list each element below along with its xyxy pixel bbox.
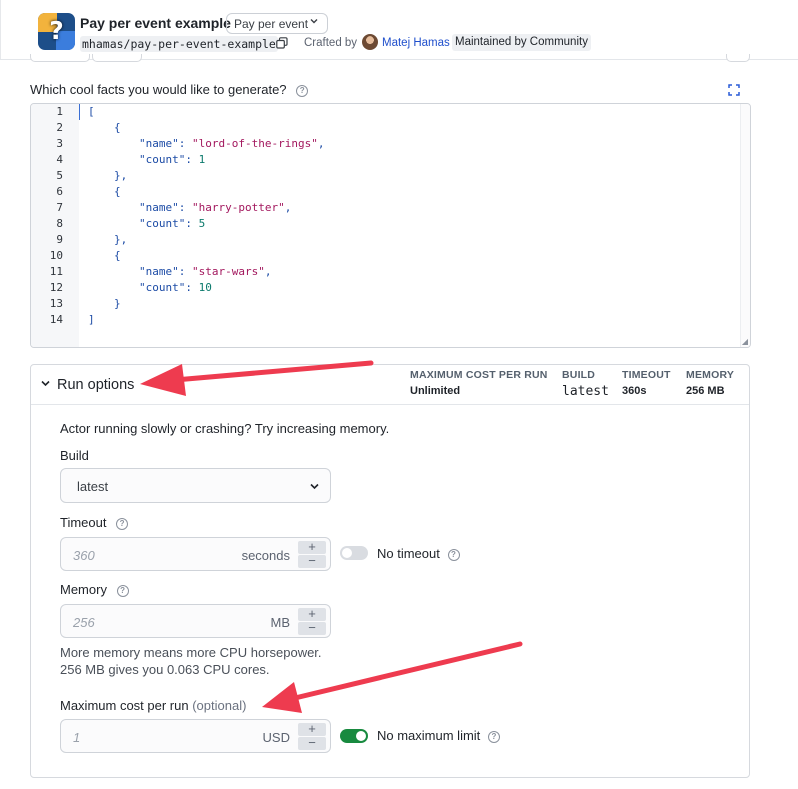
code-line: }, xyxy=(114,169,128,182)
line-number: 11 xyxy=(49,265,63,278)
chevron-down-icon[interactable] xyxy=(40,378,51,389)
actor-title: Pay per event example xyxy=(80,15,231,31)
author-link[interactable]: Matej Hamas xyxy=(382,37,450,49)
copy-icon[interactable] xyxy=(276,37,288,49)
code-line: "count": 1 xyxy=(139,153,206,166)
line-number: 12 xyxy=(49,281,63,294)
stat-value-max-cost: Unlimited xyxy=(410,385,461,397)
line-number: 2 xyxy=(56,121,63,134)
line-number: 9 xyxy=(56,233,63,246)
left-edge xyxy=(0,0,1,59)
run-options-title: Run options xyxy=(57,377,135,393)
code-line: { xyxy=(114,121,121,134)
line-number: 8 xyxy=(56,217,63,230)
chevron-down-icon xyxy=(309,16,319,29)
code-line: { xyxy=(114,249,121,262)
help-icon[interactable]: ? xyxy=(487,731,500,743)
expand-icon[interactable] xyxy=(728,84,740,96)
max-cost-input[interactable]: 1 USD + − xyxy=(60,719,331,753)
json-code-editor[interactable]: 1 2 3 4 5 6 7 8 9 10 11 12 13 14 [ { "na… xyxy=(30,103,751,348)
tab-stub xyxy=(92,54,142,62)
stat-label-build: BUILD xyxy=(562,369,596,381)
stat-value-build: latest xyxy=(562,384,609,399)
code-line: } xyxy=(114,297,121,310)
code-line: { xyxy=(114,185,121,198)
crafted-by-label: Crafted by xyxy=(304,37,358,49)
memory-label: Memory ? xyxy=(60,582,129,597)
timeout-label: Timeout ? xyxy=(60,515,129,530)
stat-value-timeout: 360s xyxy=(622,385,647,397)
resize-handle-icon[interactable]: ◢ xyxy=(742,337,748,346)
maintenance-badge: Maintained by Community xyxy=(452,34,591,51)
code-line: }, xyxy=(114,233,128,246)
tab-stub xyxy=(726,54,750,62)
no-max-limit-toggle[interactable] xyxy=(340,729,368,743)
line-number: 5 xyxy=(56,169,63,182)
build-label: Build xyxy=(60,448,89,463)
no-max-limit-label: No maximum limit ? xyxy=(377,728,500,743)
actor-slug: mhamas/pay-per-event-example xyxy=(80,36,278,52)
optional-label: (optional) xyxy=(192,698,247,713)
editor-scrollbar[interactable] xyxy=(740,104,750,347)
build-select[interactable]: latest xyxy=(60,468,331,503)
memory-note: More memory means more CPU horsepower. 2… xyxy=(60,645,322,677)
code-line: "count": 10 xyxy=(139,281,212,294)
line-number: 3 xyxy=(56,137,63,150)
actor-logo: ? xyxy=(38,13,75,50)
code-line: [ xyxy=(88,105,95,118)
decrement-button[interactable]: − xyxy=(298,736,326,750)
help-icon[interactable]: ? xyxy=(116,585,129,597)
stat-value-memory: 256 MB xyxy=(686,385,725,397)
timeout-input[interactable]: 360 seconds + − xyxy=(60,537,331,571)
memory-unit: MB xyxy=(270,615,291,630)
tab-stub xyxy=(30,54,90,62)
build-select-value: latest xyxy=(77,479,109,494)
timeout-placeholder: 360 xyxy=(73,548,95,563)
help-icon[interactable]: ? xyxy=(447,549,460,561)
memory-placeholder: 256 xyxy=(73,615,95,630)
no-timeout-label: No timeout ? xyxy=(377,546,460,561)
code-line: "name": "harry-potter", xyxy=(139,201,292,214)
pricing-model-value: Pay per event xyxy=(234,17,309,31)
no-timeout-toggle[interactable] xyxy=(340,546,368,560)
decrement-button[interactable]: − xyxy=(298,621,326,635)
line-number: 10 xyxy=(49,249,63,262)
code-line: "name": "star-wars", xyxy=(139,265,272,278)
run-options-header[interactable]: Run options MAXIMUM COST PER RUN Unlimit… xyxy=(31,365,749,405)
stat-label-max-cost: MAXIMUM COST PER RUN xyxy=(410,369,548,381)
stat-label-timeout: TIMEOUT xyxy=(622,369,671,381)
code-line: ] xyxy=(88,313,95,326)
pricing-model-select[interactable]: Pay per event xyxy=(226,13,328,34)
chevron-down-icon xyxy=(310,483,319,490)
line-number: 7 xyxy=(56,201,63,214)
help-icon[interactable]: ? xyxy=(296,85,309,97)
decrement-button[interactable]: − xyxy=(298,554,326,568)
author-avatar[interactable] xyxy=(362,34,378,50)
line-number: 14 xyxy=(49,313,63,326)
memory-input[interactable]: 256 MB + − xyxy=(60,604,331,638)
help-icon[interactable]: ? xyxy=(116,518,129,530)
stat-label-memory: MEMORY xyxy=(686,369,735,381)
actor-header: ? Pay per event example Pay per event mh… xyxy=(0,0,798,60)
line-number-gutter: 1 2 3 4 5 6 7 8 9 10 11 12 13 14 xyxy=(31,104,79,347)
text-cursor xyxy=(79,104,80,120)
line-number: 6 xyxy=(56,185,63,198)
memory-hint: Actor running slowly or crashing? Try in… xyxy=(60,421,390,436)
code-line: "count": 5 xyxy=(139,217,206,230)
max-cost-unit: USD xyxy=(262,730,290,745)
line-number: 13 xyxy=(49,297,63,310)
max-cost-placeholder: 1 xyxy=(73,730,81,745)
timeout-unit: seconds xyxy=(241,548,290,563)
line-number: 1 xyxy=(56,105,63,118)
code-line: "name": "lord-of-the-rings", xyxy=(139,137,325,150)
line-number: 4 xyxy=(56,153,63,166)
max-cost-label: Maximum cost per run (optional) xyxy=(60,698,247,713)
input-field-label: Which cool facts you would like to gener… xyxy=(30,82,309,97)
